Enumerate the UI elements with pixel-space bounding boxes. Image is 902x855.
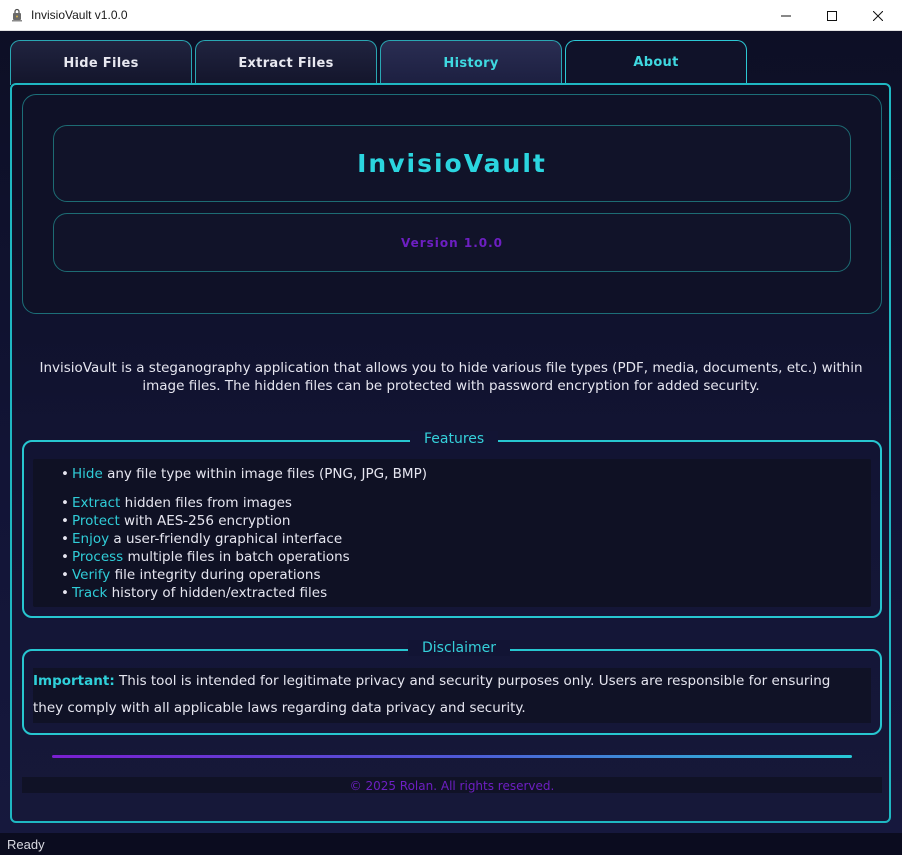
- minimize-button[interactable]: [763, 0, 809, 31]
- status-bar: Ready: [0, 833, 902, 855]
- maximize-button[interactable]: [809, 0, 855, 31]
- tab-label: About: [633, 55, 679, 70]
- disclaimer-group: Disclaimer Important: This tool is inten…: [22, 640, 882, 735]
- features-title: Features: [410, 431, 499, 447]
- feature-keyword: Verify: [72, 567, 111, 583]
- window-client-area: Hide Files Extract Files History About I…: [0, 31, 902, 833]
- minimize-icon: [781, 15, 791, 16]
- tab-extract-files[interactable]: Extract Files: [195, 40, 377, 85]
- tab-hide-files[interactable]: Hide Files: [10, 40, 192, 85]
- about-page: InvisioVault Version 1.0.0 InvisioVault …: [10, 83, 891, 823]
- header-box: InvisioVault Version 1.0.0: [22, 94, 882, 314]
- feature-keyword: Protect: [72, 513, 120, 529]
- close-icon: [873, 10, 883, 21]
- feature-text: file integrity during operations: [110, 567, 321, 583]
- feature-item: • Verify file integrity during operations: [61, 567, 321, 583]
- disclaimer-label: Important:: [33, 673, 115, 689]
- feature-text: a user-friendly graphical interface: [109, 531, 343, 547]
- app-icon: [12, 8, 22, 22]
- app-title: InvisioVault: [357, 149, 547, 178]
- features-group: Features • Hide any file type within imag…: [22, 431, 882, 618]
- tab-label: History: [443, 55, 499, 71]
- feature-item: • Hide any file type within image files (…: [61, 466, 427, 482]
- version-box: Version 1.0.0: [53, 213, 851, 272]
- feature-item: • Enjoy a user-friendly graphical interfa…: [61, 531, 343, 547]
- app-title-box: InvisioVault: [53, 125, 851, 202]
- disclaimer-text: Important: This tool is intended for leg…: [33, 668, 853, 722]
- feature-item: • Track history of hidden/extracted files: [61, 585, 328, 601]
- app-description: InvisioVault is a steganography applicat…: [39, 360, 863, 394]
- feature-text: hidden files from images: [120, 495, 292, 511]
- disclaimer-title: Disclaimer: [408, 640, 511, 656]
- tab-label: Extract Files: [238, 55, 334, 71]
- feature-keyword: Hide: [72, 466, 103, 482]
- gradient-divider: [52, 755, 852, 758]
- window-title: InvisioVault v1.0.0: [31, 8, 128, 22]
- copyright-footer: © 2025 Rolan. All rights reserved.: [349, 779, 555, 793]
- window-title-bar: InvisioVault v1.0.0: [0, 0, 902, 31]
- feature-item: • Protect with AES-256 encryption: [61, 513, 291, 529]
- feature-keyword: Track: [72, 585, 108, 601]
- feature-text: multiple files in batch operations: [123, 549, 350, 565]
- close-button[interactable]: [855, 0, 901, 31]
- feature-keyword: Process: [72, 549, 124, 565]
- feature-keyword: Enjoy: [72, 531, 110, 547]
- version-label: Version 1.0.0: [400, 235, 504, 250]
- feature-item: • Process multiple files in batch operati…: [61, 549, 350, 565]
- feature-text: any file type within image files (PNG, J…: [102, 466, 427, 482]
- disclaimer-body: This tool is intended for legitimate pri…: [33, 673, 831, 716]
- feature-keyword: Extract: [72, 495, 121, 511]
- feature-text: with AES-256 encryption: [119, 513, 291, 529]
- feature-text: history of hidden/extracted files: [107, 585, 328, 601]
- tab-label: Hide Files: [63, 55, 139, 71]
- tab-history[interactable]: History: [380, 40, 562, 85]
- maximize-icon: [827, 10, 837, 21]
- feature-item: • Extract hidden files from images: [61, 495, 292, 511]
- tab-about[interactable]: About: [565, 40, 747, 86]
- status-text: Ready: [7, 837, 45, 852]
